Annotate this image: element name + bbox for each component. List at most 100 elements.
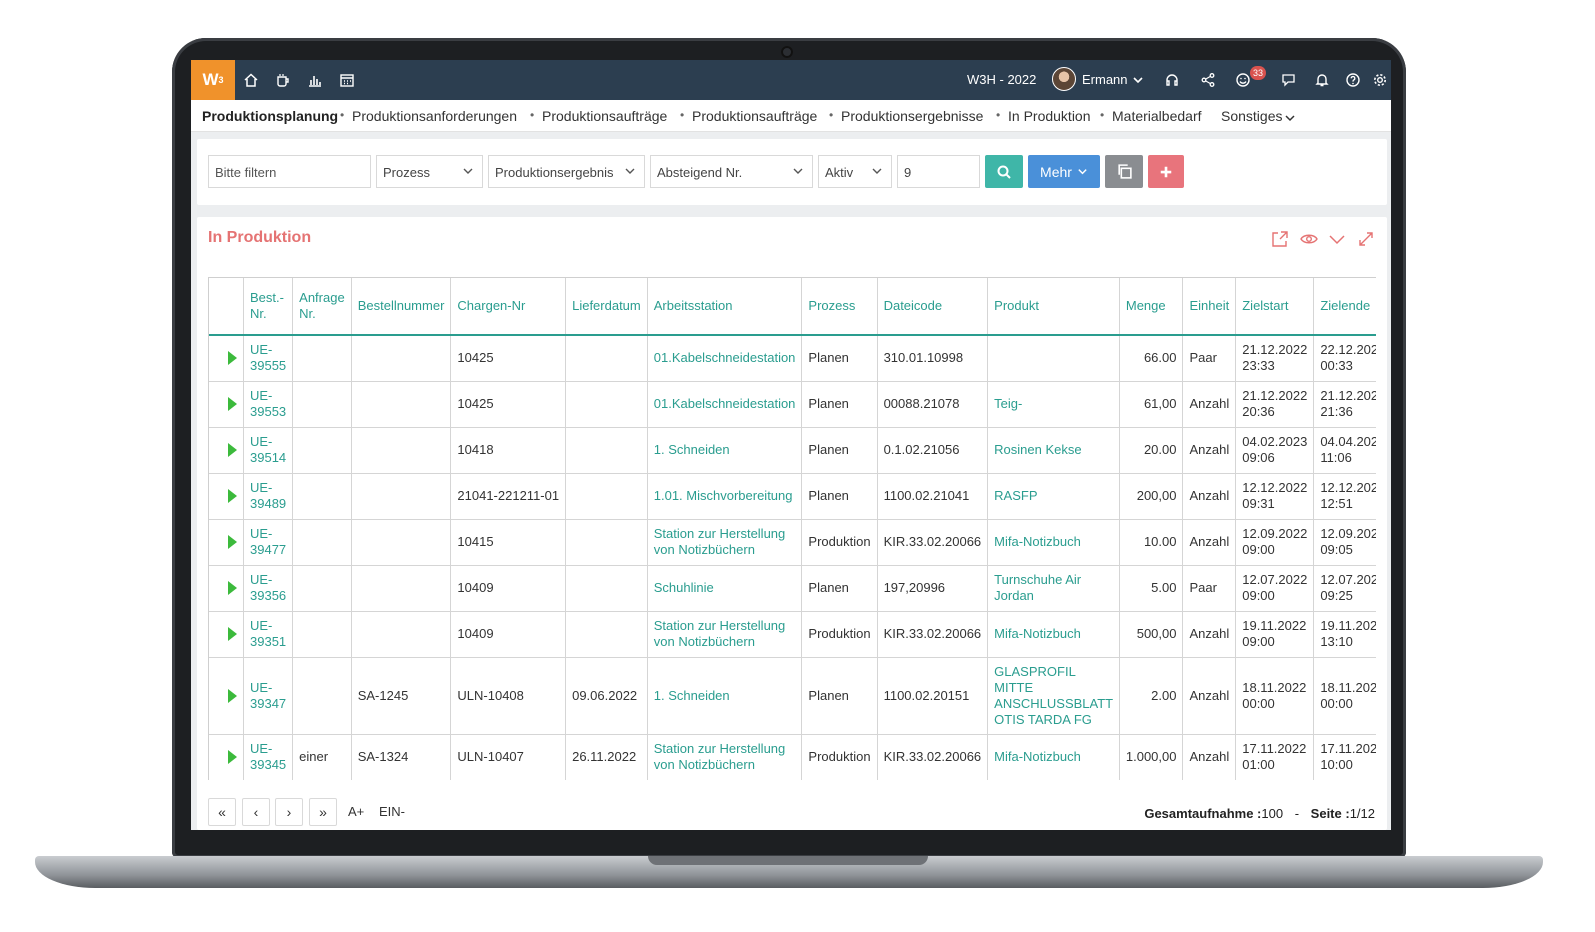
export-icon[interactable] [1271,230,1289,248]
chevron-down-icon[interactable] [1128,70,1148,90]
bar-chart-icon[interactable] [305,70,325,90]
table-row[interactable]: UE-39477 10415 Station zur Herstellung von… [209,519,1376,566]
cell-arbeitsstation[interactable]: Station zur Herstellung von Notizbüchern [647,611,803,658]
share-icon[interactable] [1198,70,1218,90]
cell-arbeitsstation[interactable]: 1. Schneiden [647,427,803,474]
cell-arbeitsstation[interactable]: 01.Kabelschneidestation [647,381,803,428]
coffee-icon[interactable] [273,70,293,90]
cell-best-nr[interactable]: UE-39356 [243,565,294,612]
cell-best-nr[interactable]: UE-39347 [243,657,294,735]
col-header-arbeitsstation[interactable]: Arbeitsstation [647,278,803,336]
menu-produktionsergebnisse[interactable]: Produktionsergebnisse [841,108,983,124]
menu-produktionsauftraege-1[interactable]: Produktionsaufträge [542,108,667,124]
collapse-icon[interactable] [1328,230,1346,248]
cell-best-nr[interactable]: UE-39477 [243,519,294,566]
cell-expand[interactable] [209,519,244,566]
prev-page-button[interactable]: ‹ [242,798,270,826]
user-name[interactable]: Ermann [1082,72,1128,87]
col-header-produkt[interactable]: Produkt [987,278,1120,336]
col-header-bestellnummer[interactable]: Bestellnummer [351,278,452,336]
cell-expand[interactable] [209,734,244,780]
cell-expand[interactable] [209,427,244,474]
col-header-menge[interactable]: Menge [1119,278,1184,336]
expand-row-icon[interactable] [228,581,237,595]
company-name[interactable]: W3H - 2022 [967,72,1036,87]
table-row[interactable]: UE-39351 10409 Station zur Herstellung von… [209,611,1376,658]
col-header-zielstart[interactable]: Zielstart [1235,278,1315,336]
cell-produkt[interactable]: Rosinen Kekse [987,427,1120,474]
chevron-down-icon[interactable] [1284,112,1296,124]
menu-sonstiges[interactable]: Sonstiges [1221,108,1282,124]
cell-expand[interactable] [209,657,244,735]
search-input[interactable]: Bitte filtern [208,155,371,188]
cell-produkt[interactable]: Turnschuhe Air Jordan [987,565,1120,612]
first-page-button[interactable]: « [208,798,236,826]
col-header-anfrage-nr[interactable]: Anfrage Nr. [292,278,352,336]
cell-best-nr[interactable]: UE-39555 [243,335,294,382]
cell-produkt[interactable]: Mifa-Notizbuch [987,611,1120,658]
help-icon[interactable] [1343,70,1363,90]
cell-expand[interactable] [209,381,244,428]
cell-arbeitsstation[interactable]: 1.01. Mischvorbereitung [647,473,803,520]
search-button[interactable] [985,155,1023,188]
font-size-button[interactable]: A+ [348,804,364,819]
cell-produkt[interactable]: GLASPROFIL MITTE ANSCHLUSSBLATT OTIS TAR… [987,657,1120,735]
col-header-dateicode[interactable]: Dateicode [877,278,989,336]
gear-icon[interactable] [1370,70,1390,90]
cell-arbeitsstation[interactable]: Station zur Herstellung von Notizbüchern [647,519,803,566]
cell-produkt[interactable]: Mifa-Notizbuch [987,519,1120,566]
menu-produktionsplanung[interactable]: Produktionsplanung [202,108,338,124]
chat-icon[interactable] [1279,70,1299,90]
cell-best-nr[interactable]: UE-39489 [243,473,294,520]
cell-arbeitsstation[interactable]: Schuhlinie [647,565,803,612]
table-row[interactable]: UE-39555 10425 01.Kabelschneidestation Plan… [209,335,1376,382]
menu-materialbedarf[interactable]: Materialbedarf [1112,108,1202,124]
toggle-button[interactable]: EIN- [379,804,405,819]
sort-select[interactable]: Absteigend Nr. [650,155,813,188]
menu-produktionsanforderungen[interactable]: Produktionsanforderungen [352,108,517,124]
table-row[interactable]: UE-39489 21041-221211-01 1.01. Mischvorber… [209,473,1376,520]
cell-best-nr[interactable]: UE-39345 [243,734,294,780]
table-row[interactable]: UE-39514 10418 1. Schneiden Planen 0.1.02.21… [209,427,1376,474]
eye-icon[interactable] [1300,230,1318,248]
col-header-chargen-nr[interactable]: Chargen-Nr [450,278,567,336]
expand-row-icon[interactable] [228,750,237,764]
bell-icon[interactable] [1312,70,1332,90]
cell-expand[interactable] [209,473,244,520]
cell-arbeitsstation[interactable]: Station zur Herstellung von Notizbüchern [647,734,803,780]
cell-best-nr[interactable]: UE-39553 [243,381,294,428]
last-page-button[interactable]: » [309,798,337,826]
cell-expand[interactable] [209,611,244,658]
expand-row-icon[interactable] [228,688,237,703]
expand-icon[interactable] [1357,230,1375,248]
result-select[interactable]: Produktionsergebnis [488,155,645,188]
col-header-prozess[interactable]: Prozess [801,278,878,336]
next-page-button[interactable]: › [275,798,303,826]
expand-row-icon[interactable] [228,351,237,366]
expand-row-icon[interactable] [228,535,237,549]
menu-in-produktion[interactable]: In Produktion [1008,108,1091,124]
process-select[interactable]: Prozess [376,155,483,188]
expand-row-icon[interactable] [228,443,237,457]
headset-icon[interactable] [1162,70,1182,90]
menu-produktionsauftraege-2[interactable]: Produktionsaufträge [692,108,817,124]
table-row[interactable]: UE-39553 10425 01.Kabelschneidestation Plan… [209,381,1376,428]
cell-expand[interactable] [209,565,244,612]
cell-best-nr[interactable]: UE-39351 [243,611,294,658]
cell-produkt[interactable]: Mifa-Notizbuch [987,734,1120,780]
table-row[interactable]: UE-39347 SA-1245 ULN-10408 09.06.2022 1. Sch… [209,657,1376,735]
expand-row-icon[interactable] [228,627,237,641]
col-header-einheit[interactable]: Einheit [1182,278,1237,336]
cell-arbeitsstation[interactable]: 1. Schneiden [647,657,803,735]
app-logo[interactable]: W3 [191,60,235,100]
col-header-lieferdatum[interactable]: Lieferdatum [565,278,648,336]
cell-produkt[interactable] [987,335,1120,382]
col-header-best-nr[interactable]: Best.-Nr. [243,278,294,336]
user-avatar[interactable] [1052,67,1076,91]
more-button[interactable]: Mehr [1028,155,1100,188]
cell-best-nr[interactable]: UE-39514 [243,427,294,474]
home-icon[interactable] [241,70,261,90]
col-header-zielende[interactable]: Zielende [1313,278,1376,336]
cell-produkt[interactable]: RASFP [987,473,1120,520]
status-select[interactable]: Aktiv [818,155,892,188]
